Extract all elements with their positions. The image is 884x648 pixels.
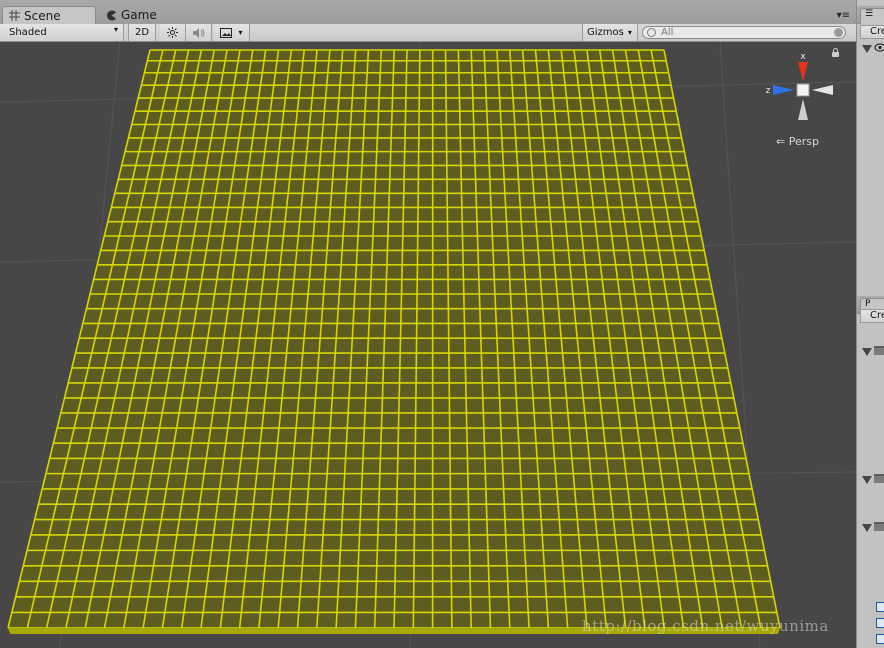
project-tab-label: P [865,299,871,309]
scene-canvas[interactable]: x z [0,42,856,648]
folder-foldout-icon[interactable] [862,476,872,484]
tab-scene[interactable]: Scene [2,6,96,24]
csharp-script-icon[interactable] [876,634,884,644]
tab-game[interactable]: Game [100,6,190,24]
project-panel: P Cre [856,290,884,648]
dropdown-arrow-icon: ▾ [238,28,243,37]
dropdown-arrow-icon: ▾ [113,25,118,34]
hierarchy-tab[interactable]: ☰ [860,8,884,24]
gizmo-center-cube[interactable] [796,83,810,97]
hierarchy-panel-header: ☰ [857,6,884,24]
hierarchy-foldout-icon[interactable] [862,45,872,53]
wireframe-plane-mesh[interactable] [7,49,781,634]
scene-audio-toggle[interactable] [186,24,212,41]
tab-bar: Scene Game ▾≡ [0,0,856,25]
folder-foldout-icon[interactable] [862,524,872,532]
watermark-text: http://blog.csdn.net/wuyunima [582,617,829,635]
gizmos-dropdown[interactable]: Gizmos ▾ [582,24,638,41]
project-create-button[interactable]: Cre [860,309,884,323]
folder-icon[interactable] [874,522,884,531]
folder-foldout-icon[interactable] [862,348,872,356]
shading-mode-label: Shaded [9,27,47,38]
orientation-gizmo[interactable]: x z [766,52,833,120]
projection-toggle[interactable]: ⇐ Persp [776,135,819,148]
gizmo-x-axis-cone[interactable] [798,62,808,81]
csharp-script-icon[interactable] [876,618,884,628]
tab-game-label: Game [121,8,157,22]
tab-scene-label: Scene [24,8,61,23]
folder-icon[interactable] [874,346,884,355]
search-placeholder: All [661,27,674,38]
hierarchy-create-button[interactable]: Cre [860,25,884,39]
mode-2d-toggle[interactable]: 2D [128,24,156,41]
persp-arrow-icon: ⇐ [776,135,786,148]
scene-effects-dropdown[interactable]: ▾ [214,24,250,41]
csharp-script-icon[interactable] [876,602,884,612]
image-icon [220,27,233,38]
clear-search-icon[interactable] [834,28,843,37]
lock-icon[interactable] [832,48,839,57]
folder-icon[interactable] [874,474,884,483]
scene-lighting-toggle[interactable] [160,24,186,41]
eye-icon [874,42,884,53]
hierarchy-search-input[interactable]: All [642,26,846,39]
search-icon [647,28,656,37]
gizmo-neg-z-cone[interactable] [812,85,833,95]
gizmos-label: Gizmos [587,27,624,38]
game-pacman-icon [106,10,117,21]
gizmo-neg-y-cone[interactable] [798,99,808,120]
panel-menu-icon[interactable]: ▾≡ [837,10,850,21]
dropdown-arrow-icon: ▾ [627,28,632,37]
scene-toolbar: Shaded ▾ 2D ▾ Gizmos ▾ All [0,24,856,42]
sun-icon [167,27,178,38]
scene-grid-icon [9,10,20,21]
scene-viewport[interactable]: x z ⇐ Persp http://blog.csdn.net/wuyunim… [0,42,856,648]
gizmo-z-axis-cone[interactable] [773,85,794,95]
speaker-icon [192,27,204,38]
projection-label: Persp [788,135,819,148]
shading-mode-dropdown[interactable]: Shaded ▾ [0,24,124,41]
hierarchy-panel: ☰ Cre [856,0,884,290]
gizmo-x-label: x [800,52,806,62]
gizmo-z-label: z [766,86,771,96]
